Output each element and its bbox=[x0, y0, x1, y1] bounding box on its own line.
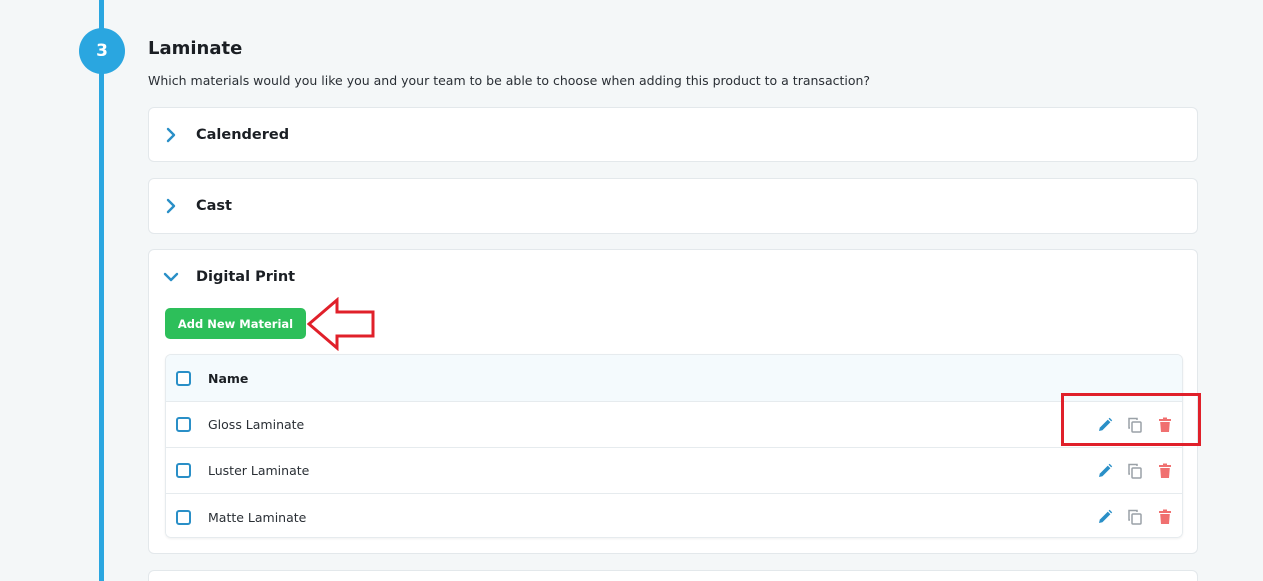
table-row: Luster Laminate bbox=[166, 448, 1182, 494]
timeline-line bbox=[99, 0, 104, 581]
step-badge: 3 bbox=[79, 28, 125, 74]
trash-icon[interactable] bbox=[1156, 462, 1174, 480]
annotation-highlight-box bbox=[1061, 393, 1201, 446]
accordion-header-digital-print[interactable]: Digital Print bbox=[149, 250, 1197, 304]
row-checkbox[interactable] bbox=[176, 509, 191, 525]
trash-icon[interactable] bbox=[1156, 508, 1174, 526]
accordion-digital-print: Digital Print Add New Material Name Glos… bbox=[148, 249, 1198, 554]
accordion-header-calendered[interactable]: Calendered bbox=[149, 108, 1197, 162]
accordion-header-cast[interactable]: Cast bbox=[149, 179, 1197, 233]
accordion-label: Cast bbox=[196, 198, 232, 214]
table-row: Matte Laminate bbox=[166, 494, 1182, 537]
section-title: Laminate bbox=[148, 38, 243, 59]
pencil-icon[interactable] bbox=[1096, 462, 1114, 480]
material-name: Matte Laminate bbox=[208, 509, 307, 525]
chevron-down-icon bbox=[163, 269, 179, 285]
material-name: Luster Laminate bbox=[208, 463, 310, 478]
material-name: Gloss Laminate bbox=[208, 417, 305, 432]
column-header-name: Name bbox=[208, 370, 249, 386]
accordion-next[interactable] bbox=[148, 570, 1198, 581]
add-new-material-button[interactable]: Add New Material bbox=[165, 308, 306, 339]
annotation-arrow-icon bbox=[307, 297, 375, 351]
table-row: Gloss Laminate bbox=[166, 402, 1182, 448]
row-checkbox[interactable] bbox=[176, 417, 191, 432]
pencil-icon[interactable] bbox=[1096, 508, 1114, 526]
copy-icon[interactable] bbox=[1126, 508, 1144, 526]
accordion-calendered: Calendered bbox=[148, 107, 1198, 162]
row-checkbox[interactable] bbox=[176, 463, 191, 478]
accordion-label: Digital Print bbox=[196, 269, 296, 285]
section-description: Which materials would you like you and y… bbox=[148, 73, 871, 88]
chevron-right-icon bbox=[163, 127, 179, 143]
row-actions bbox=[1096, 494, 1174, 537]
materials-table: Name Gloss Laminate Luster Laminate Matt… bbox=[165, 354, 1183, 538]
accordion-label: Calendered bbox=[196, 127, 290, 143]
row-actions bbox=[1096, 448, 1174, 493]
select-all-checkbox[interactable] bbox=[176, 370, 191, 386]
chevron-right-icon bbox=[163, 198, 179, 214]
copy-icon[interactable] bbox=[1126, 462, 1144, 480]
accordion-cast: Cast bbox=[148, 178, 1198, 234]
table-header: Name bbox=[166, 355, 1182, 402]
